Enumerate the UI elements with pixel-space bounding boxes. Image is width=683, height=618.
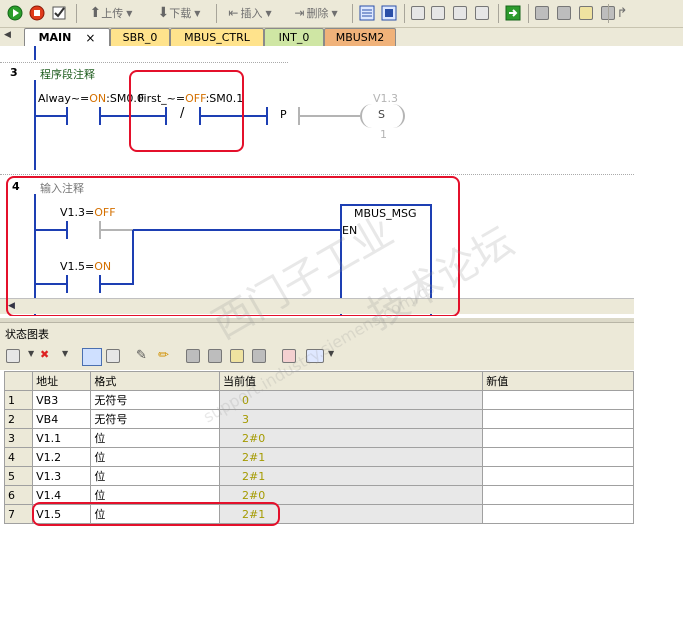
current-value-cell: 2#1	[218, 447, 484, 467]
unforce-icon[interactable]	[252, 349, 266, 363]
p-transition[interactable]	[266, 107, 268, 125]
lock-icon[interactable]	[186, 349, 200, 363]
chart-status-icon[interactable]	[82, 348, 102, 366]
row-number: 5	[3, 466, 34, 486]
table-row[interactable]: 4 V1.2 位 2#1	[3, 447, 634, 467]
editor-tab-bar: ◀ MAIN × SBR_0 MBUS_CTRL INT_0 MBUSM2	[0, 28, 683, 46]
network-number: 3	[10, 66, 18, 79]
next-bookmark-icon[interactable]	[452, 3, 468, 23]
format-cell[interactable]: 无符号	[90, 390, 220, 410]
tab-mbus-ctrl[interactable]: MBUS_CTRL	[170, 28, 264, 46]
address-cell[interactable]: V1.1	[32, 428, 92, 448]
tab-mbusm2[interactable]: MBUSM2	[324, 28, 396, 46]
run-icon[interactable]	[6, 3, 24, 23]
tab-int0[interactable]: INT_0	[264, 28, 324, 46]
arrow-up-icon: ⬆	[89, 5, 102, 21]
current-value-cell: 0	[218, 390, 484, 410]
address-cell[interactable]: V1.3	[32, 466, 92, 486]
pencil-icon[interactable]: ✏	[158, 348, 169, 363]
row-number: 1	[3, 390, 34, 410]
delete-button[interactable]: ⇥ 删除 ▼	[286, 3, 346, 23]
force-icon[interactable]	[230, 349, 244, 363]
contact-open[interactable]	[66, 107, 68, 125]
highlight-box	[6, 176, 460, 316]
new-value-cell[interactable]	[482, 466, 634, 486]
chart-status-icon[interactable]	[380, 3, 398, 23]
column-header: 地址	[32, 371, 92, 391]
power-rail	[34, 46, 36, 60]
trend-icon[interactable]	[282, 349, 296, 363]
address-cell[interactable]: V1.2	[32, 447, 92, 467]
format-cell[interactable]: 位	[90, 466, 220, 486]
insert-button[interactable]: ⇤ 插入 ▼	[220, 3, 280, 23]
arrow-down-icon: ⬇	[157, 5, 170, 21]
table-row[interactable]: 3 V1.1 位 2#0	[3, 428, 634, 448]
tab-main[interactable]: MAIN ×	[24, 28, 110, 46]
force-icon[interactable]	[578, 3, 594, 23]
bookmark-icon[interactable]	[410, 3, 426, 23]
new-value-cell[interactable]	[482, 447, 634, 467]
address-cell[interactable]: VB4	[32, 409, 92, 429]
contact-label: Alway~=ON:SM0.0	[38, 92, 144, 105]
delete-icon: ⇥	[294, 6, 305, 20]
ladder-editor: 3 程序段注释 Alway~=ON:SM0.0 First_~=OFF:SM0.…	[0, 46, 634, 316]
power-rail	[34, 80, 36, 170]
write-all-icon[interactable]: ✎	[136, 348, 147, 363]
add-icon[interactable]	[6, 349, 20, 363]
go-icon[interactable]	[504, 3, 522, 23]
close-icon[interactable]: ×	[85, 31, 95, 45]
unlock-icon[interactable]	[556, 3, 572, 23]
scroll-left-icon[interactable]: ◀	[4, 30, 11, 40]
format-cell[interactable]: 无符号	[90, 409, 220, 429]
status-chart-toolbar: ▼ ✖ ▼ ✎ ✏ ▼	[0, 344, 634, 370]
insert-icon: ⇤	[228, 6, 239, 20]
clear-bookmark-icon[interactable]	[474, 3, 490, 23]
status-chart-title: 状态图表	[0, 322, 634, 344]
format-cell[interactable]: 位	[90, 428, 220, 448]
stop-icon[interactable]	[28, 3, 46, 23]
new-value-cell[interactable]	[482, 428, 634, 448]
new-value-cell[interactable]	[482, 409, 634, 429]
program-status-icon[interactable]	[358, 3, 376, 23]
label-icon[interactable]	[306, 349, 324, 363]
current-value-cell: 3	[218, 409, 484, 429]
upload-button[interactable]: ⬆ 上传 ▼	[82, 3, 140, 23]
new-value-cell[interactable]	[482, 390, 634, 410]
highlight-box	[129, 70, 244, 152]
lock-icon[interactable]	[534, 3, 550, 23]
column-header	[3, 371, 34, 391]
table-row[interactable]: 2 VB4 无符号 3	[3, 409, 634, 429]
highlight-box	[32, 502, 280, 526]
new-value-cell[interactable]	[482, 504, 634, 524]
prev-bookmark-icon[interactable]	[430, 3, 446, 23]
current-value-cell: 2#1	[218, 466, 484, 486]
address-cell[interactable]: VB3	[32, 390, 92, 410]
table-row[interactable]: 1 VB3 无符号 0	[3, 390, 634, 410]
tab-sbr0[interactable]: SBR_0	[110, 28, 170, 46]
column-header: 新值	[482, 371, 634, 391]
download-button[interactable]: ⬇ 下载 ▼	[146, 3, 212, 23]
network-comment[interactable]: 程序段注释	[40, 66, 95, 82]
table-row[interactable]: 5 V1.3 位 2#1	[3, 466, 634, 486]
column-header: 格式	[90, 371, 220, 391]
delete-row-icon[interactable]: ✖	[40, 348, 49, 361]
format-cell[interactable]: 位	[90, 447, 220, 467]
toolbar: ⬆ 上传 ▼ ⬇ 下载 ▼ ⇤ 插入 ▼ ⇥ 删除 ▼ ↱	[0, 0, 683, 28]
row-number: 2	[3, 409, 34, 429]
current-value-cell: 2#0	[218, 428, 484, 448]
compile-icon[interactable]	[50, 3, 68, 23]
row-number: 4	[3, 447, 34, 467]
new-value-cell[interactable]	[482, 485, 634, 505]
wire-icon[interactable]: ↱	[612, 3, 632, 23]
row-number: 7	[3, 504, 34, 524]
row-number: 3	[3, 428, 34, 448]
table-header-row: 地址 格式 当前值 新值	[3, 371, 634, 391]
column-header: 当前值	[218, 371, 484, 391]
single-read-icon[interactable]	[106, 349, 120, 363]
row-number: 6	[3, 485, 34, 505]
unlock-icon[interactable]	[208, 349, 222, 363]
